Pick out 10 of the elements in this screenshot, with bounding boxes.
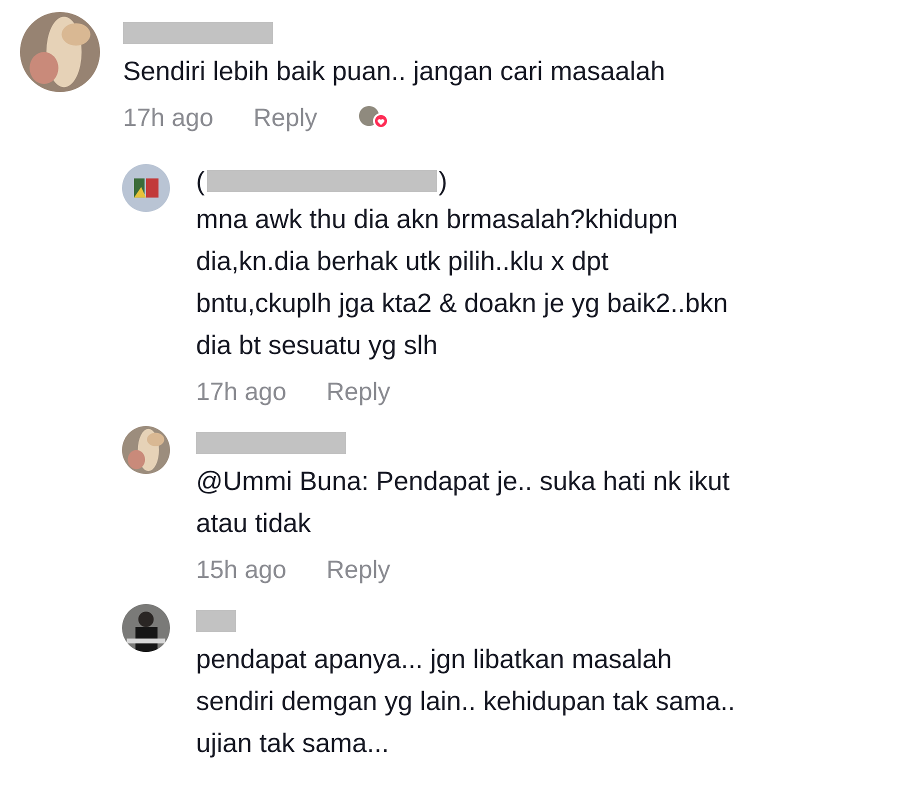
reply-link[interactable]: Reply xyxy=(326,378,390,406)
comment-text: pendapat apanya... jgn libatkan masalah sendiri demgan yg lain.. kehidupan tak sama.. ujian tak sama... xyxy=(196,643,736,760)
timestamp: 17h ago xyxy=(196,378,286,406)
timestamp: 17h ago xyxy=(123,104,214,132)
comment-text: Sendiri lebih baik puan.. jangan cari masaalah xyxy=(123,55,666,88)
reply-link[interactable]: Reply xyxy=(253,104,318,132)
comment-text: mna awk thu dia akn brmasalah?khidupn dia,kn.dia berhak utk pilih..klu x dpt bntu,ckuplh jga kta2 & doakn je yg baik2..bkn dia bt sesuatu yg slh xyxy=(196,203,728,362)
comment-text: @Ummi Buna: Pendapat je.. suka hati nk ikut atau tidak xyxy=(196,465,730,540)
timestamp: 15h ago xyxy=(196,556,286,584)
reply-link[interactable]: Reply xyxy=(326,556,390,584)
